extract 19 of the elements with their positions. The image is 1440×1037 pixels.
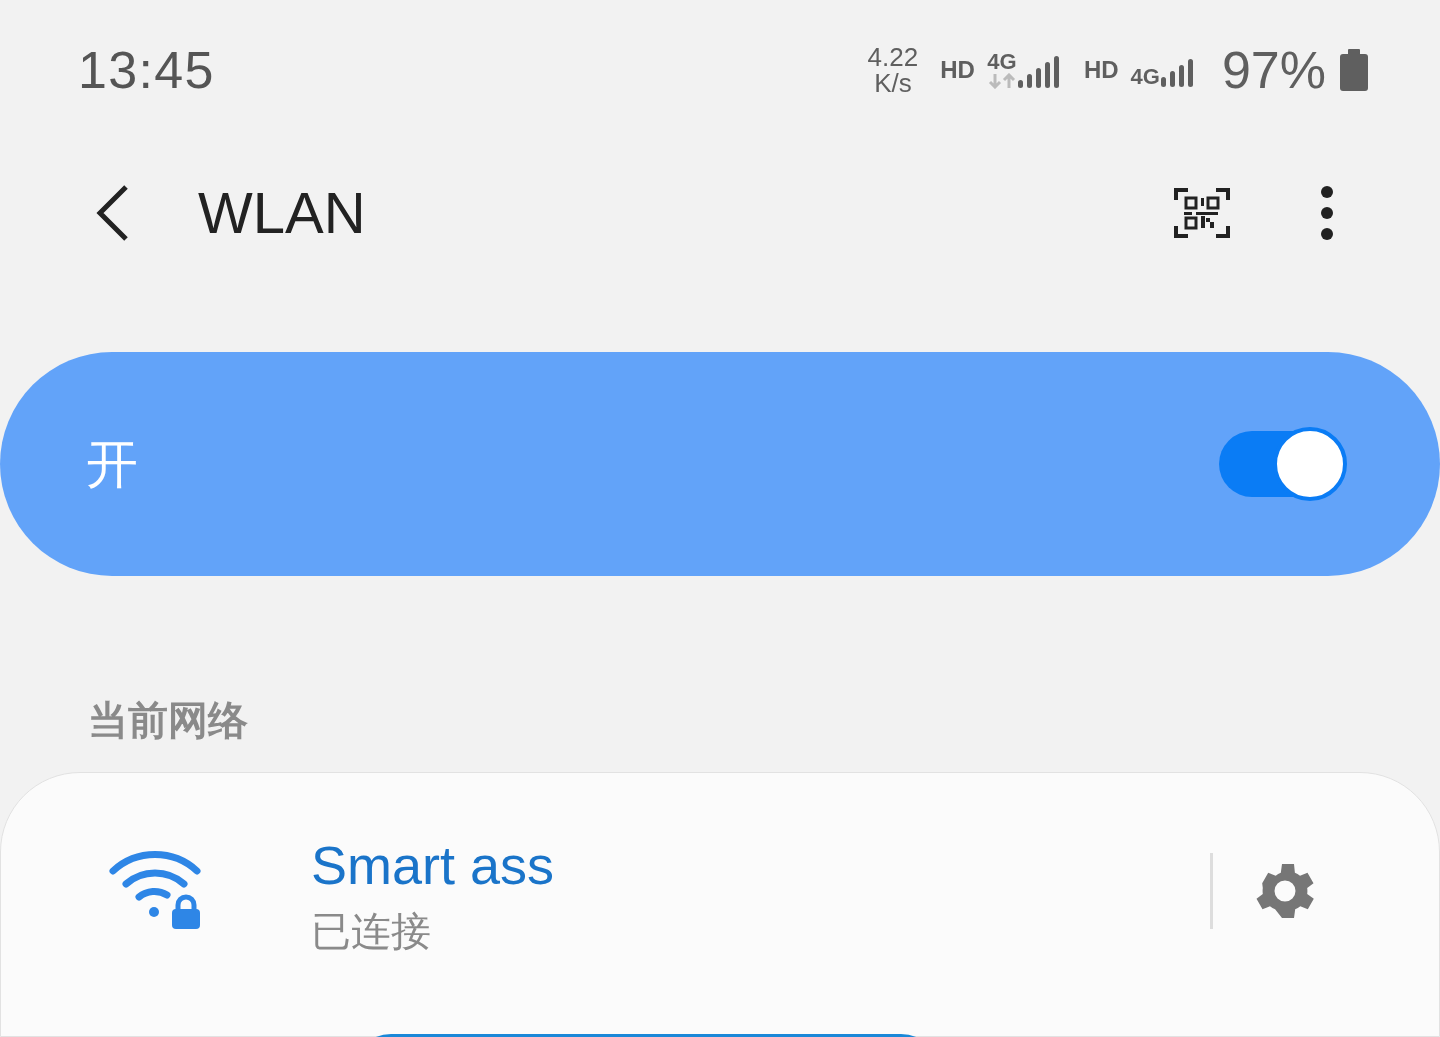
hd-label: HD — [1083, 55, 1119, 85]
battery-percent: 97% — [1221, 40, 1326, 101]
network-type: 4G — [987, 51, 1017, 73]
network-speed: 4.22 — [867, 44, 919, 70]
page-title: WLAN — [198, 179, 366, 247]
connection-status: 已连接 — [311, 908, 432, 955]
switch-label: 开 — [86, 434, 138, 495]
speed-unit: K/s — [874, 70, 912, 96]
status-time: 13:45 — [78, 40, 215, 101]
network-item[interactable]: Smart ass 已连接 — [1, 833, 1210, 959]
network-type: 4G — [1130, 66, 1160, 88]
network-name: Smart ass — [311, 834, 555, 897]
battery-icon — [1340, 49, 1368, 91]
signal-icon — [1016, 53, 1062, 89]
more-options-icon — [1320, 184, 1334, 241]
back-icon — [94, 183, 130, 242]
hd-label: HD — [940, 55, 975, 85]
qr-code-icon — [1174, 185, 1230, 240]
section-heading: 当前网络 — [88, 697, 248, 744]
